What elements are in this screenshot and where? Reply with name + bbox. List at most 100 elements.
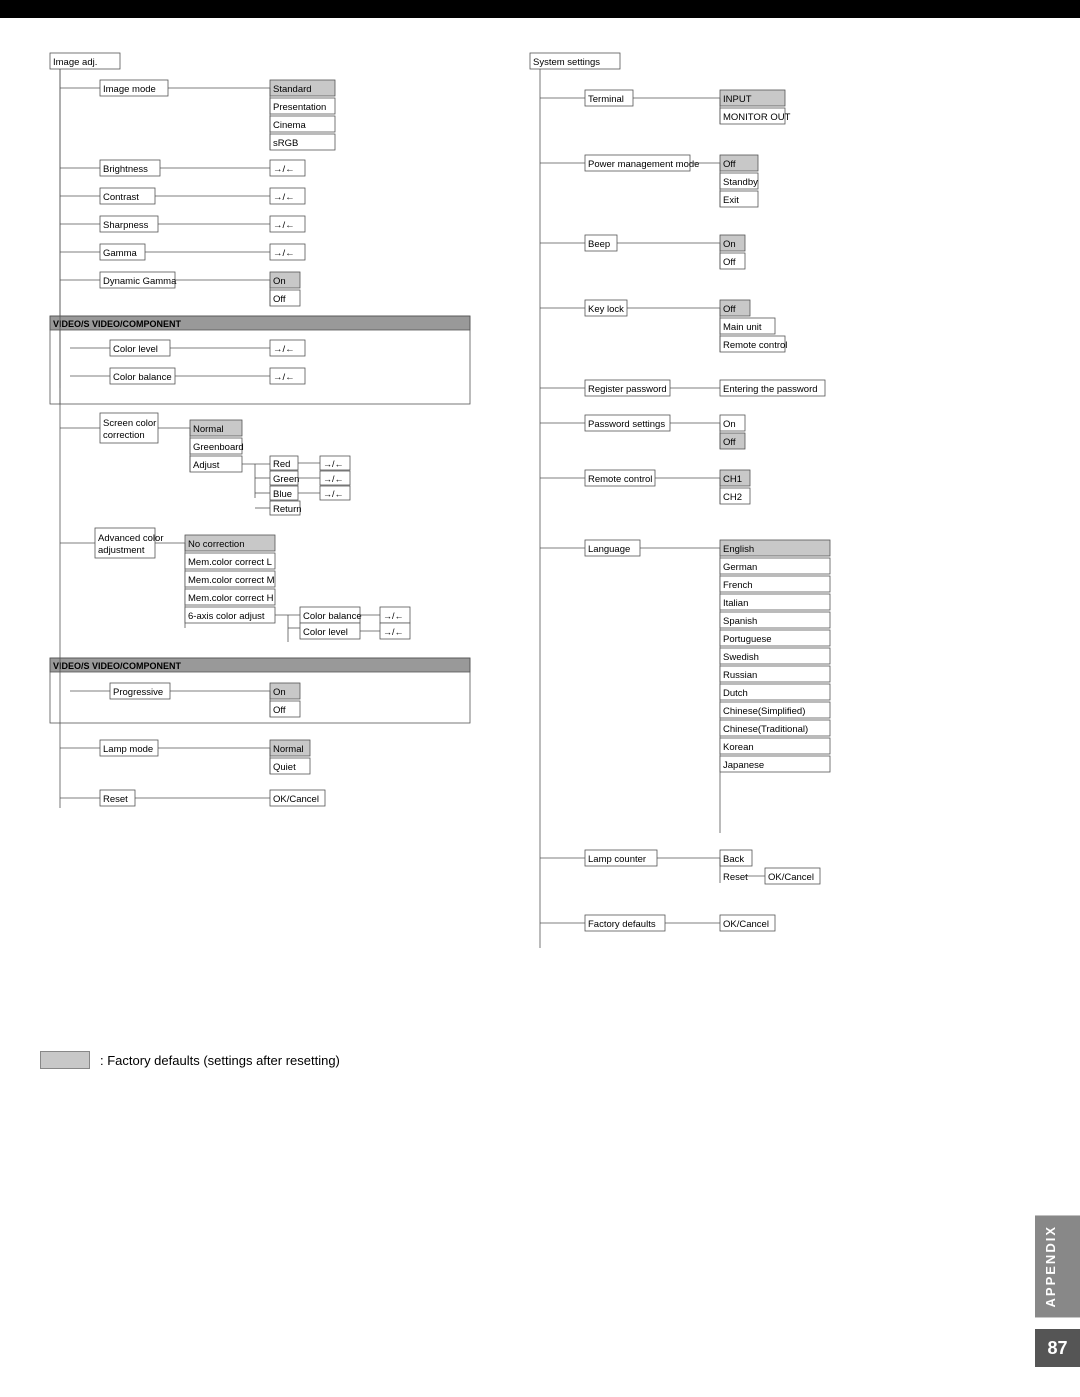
- right-panel: System settings Terminal INPUT MONITOR O…: [520, 48, 980, 1031]
- svg-text:Italian: Italian: [723, 598, 748, 609]
- svg-text:Off: Off: [273, 294, 286, 305]
- svg-text:Korean: Korean: [723, 742, 754, 753]
- svg-text:VIDEO/S VIDEO/COMPONENT: VIDEO/S VIDEO/COMPONENT: [53, 319, 182, 329]
- svg-text:Standard: Standard: [273, 84, 312, 95]
- svg-text:Mem.color correct L: Mem.color correct L: [188, 557, 272, 568]
- svg-text:adjustment: adjustment: [98, 545, 145, 556]
- svg-text:Advanced color: Advanced color: [98, 533, 163, 544]
- svg-text:Dutch: Dutch: [723, 688, 748, 699]
- svg-text:Portuguese: Portuguese: [723, 634, 772, 645]
- svg-text:CH2: CH2: [723, 492, 742, 503]
- diagram-area: Image adj. Image mode Standard Presentat…: [40, 48, 1040, 1031]
- svg-text:Off: Off: [723, 159, 736, 170]
- svg-text:Russian: Russian: [723, 670, 757, 681]
- svg-text:Language: Language: [588, 544, 630, 555]
- legend-color-box: [40, 1051, 90, 1069]
- svg-text:Spanish: Spanish: [723, 616, 757, 627]
- svg-text:OK/Cancel: OK/Cancel: [273, 794, 319, 805]
- svg-text:Presentation: Presentation: [273, 102, 326, 113]
- svg-text:Beep: Beep: [588, 239, 610, 250]
- svg-text:Sharpness: Sharpness: [103, 220, 149, 231]
- svg-text:Mem.color correct H: Mem.color correct H: [188, 593, 274, 604]
- svg-text:CH1: CH1: [723, 474, 742, 485]
- svg-text:Red: Red: [273, 459, 290, 470]
- svg-text:English: English: [723, 544, 754, 555]
- svg-text:Lamp mode: Lamp mode: [103, 744, 153, 755]
- svg-text:→/←: →/←: [273, 220, 295, 231]
- svg-text:Adjust: Adjust: [193, 460, 220, 471]
- svg-text:Progressive: Progressive: [113, 687, 163, 698]
- svg-text:→/←: →/←: [273, 344, 295, 355]
- svg-text:→/←: →/←: [273, 372, 295, 383]
- svg-text:Entering the password: Entering the password: [723, 384, 818, 395]
- svg-text:Password settings: Password settings: [588, 419, 665, 430]
- svg-text:Green: Green: [273, 474, 299, 485]
- svg-text:→/←: →/←: [323, 459, 344, 469]
- left-panel: Image adj. Image mode Standard Presentat…: [40, 48, 480, 1031]
- svg-text:On: On: [273, 276, 286, 287]
- svg-text:Japanese: Japanese: [723, 760, 764, 771]
- svg-text:French: French: [723, 580, 753, 591]
- right-diagram-svg: System settings Terminal INPUT MONITOR O…: [520, 48, 1000, 1028]
- left-diagram-svg: Image adj. Image mode Standard Presentat…: [40, 48, 480, 1028]
- svg-text:Quiet: Quiet: [273, 762, 296, 773]
- svg-text:Color balance: Color balance: [303, 611, 362, 622]
- svg-text:Off: Off: [723, 257, 736, 268]
- svg-text:Normal: Normal: [193, 424, 224, 435]
- svg-text:Brightness: Brightness: [103, 164, 148, 175]
- svg-text:INPUT: INPUT: [723, 94, 752, 105]
- svg-text:→/←: →/←: [383, 611, 404, 621]
- svg-text:OK/Cancel: OK/Cancel: [723, 919, 769, 930]
- svg-text:Off: Off: [723, 437, 736, 448]
- svg-text:Standby: Standby: [723, 177, 758, 188]
- svg-text:Remote control: Remote control: [723, 340, 787, 351]
- svg-text:Return: Return: [273, 504, 302, 515]
- svg-text:Dynamic Gamma: Dynamic Gamma: [103, 276, 177, 287]
- svg-text:Lamp counter: Lamp counter: [588, 854, 646, 865]
- svg-text:6-axis color adjust: 6-axis color adjust: [188, 611, 265, 622]
- svg-text:Off: Off: [273, 705, 286, 716]
- svg-text:German: German: [723, 562, 757, 573]
- svg-text:OK/Cancel: OK/Cancel: [768, 872, 814, 883]
- svg-text:Image mode: Image mode: [103, 84, 156, 95]
- top-bar: [0, 0, 1080, 18]
- svg-text:correction: correction: [103, 430, 145, 441]
- svg-text:Color level: Color level: [303, 627, 348, 638]
- svg-text:→/←: →/←: [273, 248, 295, 259]
- appendix-label: APPENDIX: [1043, 1225, 1058, 1307]
- svg-text:Blue: Blue: [273, 489, 292, 500]
- svg-text:sRGB: sRGB: [273, 138, 298, 149]
- svg-text:On: On: [723, 239, 736, 250]
- svg-text:→/←: →/←: [323, 489, 344, 499]
- svg-text:VIDEO/S VIDEO/COMPONENT: VIDEO/S VIDEO/COMPONENT: [53, 661, 182, 671]
- page-content: Image adj. Image mode Standard Presentat…: [0, 18, 1080, 1089]
- svg-text:→/←: →/←: [323, 474, 344, 484]
- svg-text:Terminal: Terminal: [588, 94, 624, 105]
- legend-label: : Factory defaults (settings after reset…: [100, 1053, 340, 1068]
- legend-area: : Factory defaults (settings after reset…: [40, 1051, 1040, 1069]
- svg-text:→/←: →/←: [383, 627, 404, 637]
- svg-text:Key lock: Key lock: [588, 304, 624, 315]
- svg-text:On: On: [273, 687, 286, 698]
- svg-text:Chinese(Traditional): Chinese(Traditional): [723, 724, 808, 735]
- svg-text:Remote control: Remote control: [588, 474, 652, 485]
- svg-text:Cinema: Cinema: [273, 120, 306, 131]
- page-number: 87: [1035, 1329, 1080, 1367]
- svg-text:Main unit: Main unit: [723, 322, 762, 333]
- svg-text:Off: Off: [723, 304, 736, 315]
- svg-text:System settings: System settings: [533, 57, 600, 68]
- svg-text:Mem.color correct M: Mem.color correct M: [188, 575, 275, 586]
- svg-text:Gamma: Gamma: [103, 248, 138, 259]
- svg-text:Exit: Exit: [723, 195, 739, 206]
- svg-text:Reset: Reset: [723, 872, 748, 883]
- svg-text:Chinese(Simplified): Chinese(Simplified): [723, 706, 805, 717]
- svg-text:Reset: Reset: [103, 794, 128, 805]
- svg-text:Power management mode: Power management mode: [588, 159, 699, 170]
- svg-text:No correction: No correction: [188, 539, 245, 550]
- svg-text:Color level: Color level: [113, 344, 158, 355]
- svg-text:Color balance: Color balance: [113, 372, 172, 383]
- svg-text:→/←: →/←: [273, 164, 295, 175]
- svg-text:→/←: →/←: [273, 192, 295, 203]
- svg-text:Screen color: Screen color: [103, 418, 156, 429]
- image-adj-label: Image adj.: [53, 57, 97, 68]
